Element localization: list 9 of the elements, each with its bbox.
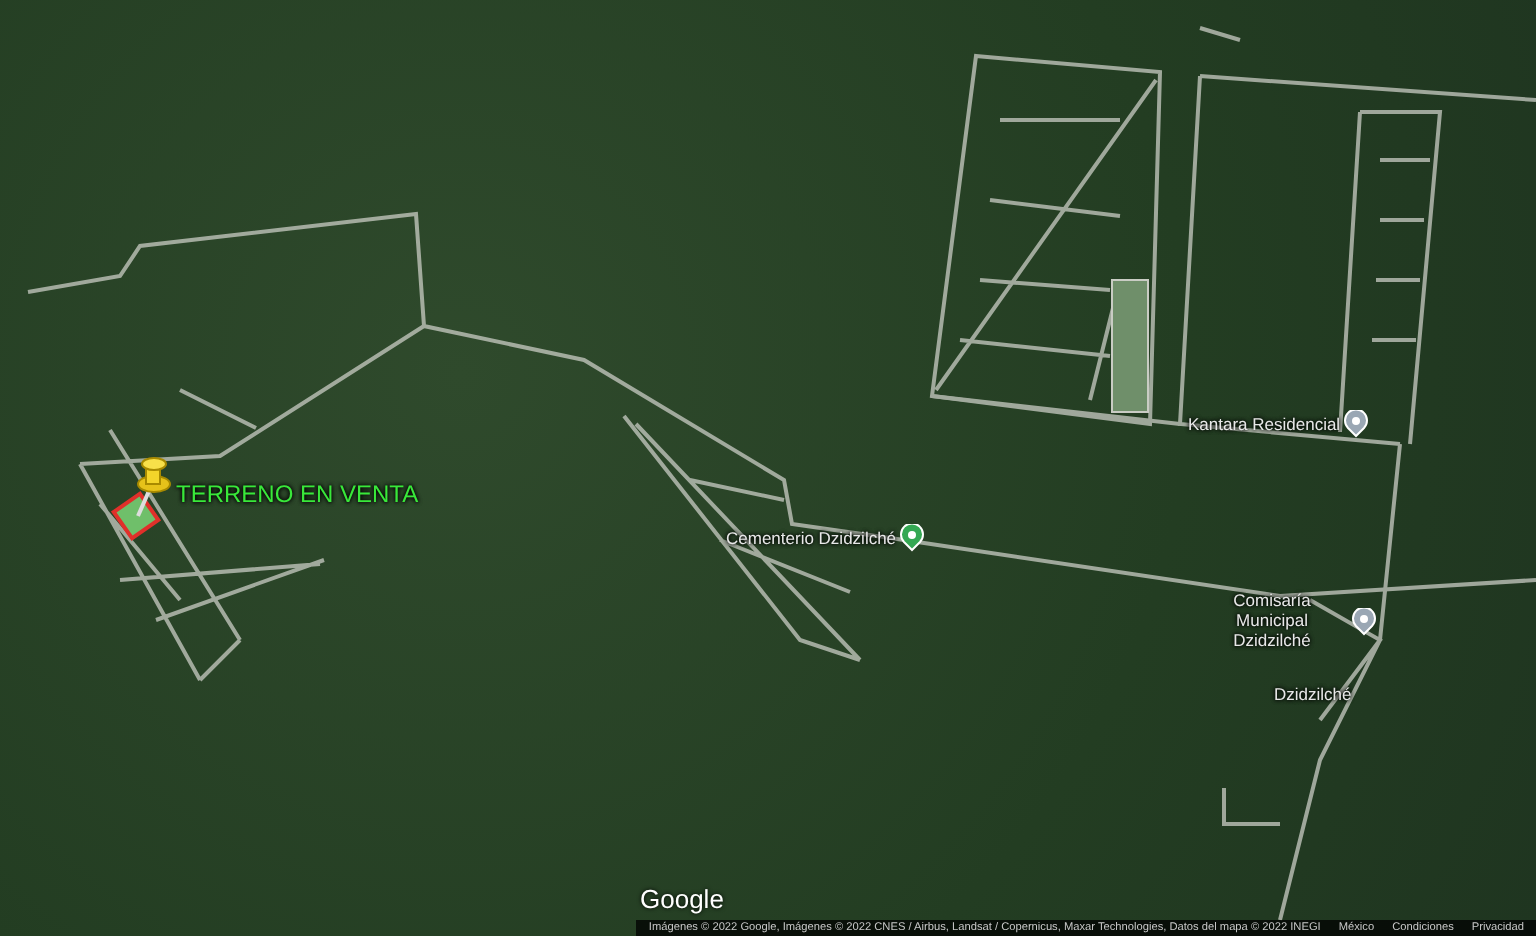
map-marker-icon[interactable] bbox=[1352, 607, 1376, 636]
parcel-drawing bbox=[110, 490, 162, 542]
custom-map-label: TERRENO EN VENTA bbox=[176, 480, 419, 508]
pushpin-icon[interactable] bbox=[136, 457, 171, 517]
google-logo: Google bbox=[640, 884, 724, 914]
field-drawing bbox=[1111, 279, 1149, 413]
place-label[interactable]: Comisaría Municipal Dzidzilché bbox=[1196, 592, 1348, 651]
map-marker-icon[interactable] bbox=[900, 524, 925, 552]
map-marker-icon[interactable] bbox=[1344, 410, 1369, 438]
